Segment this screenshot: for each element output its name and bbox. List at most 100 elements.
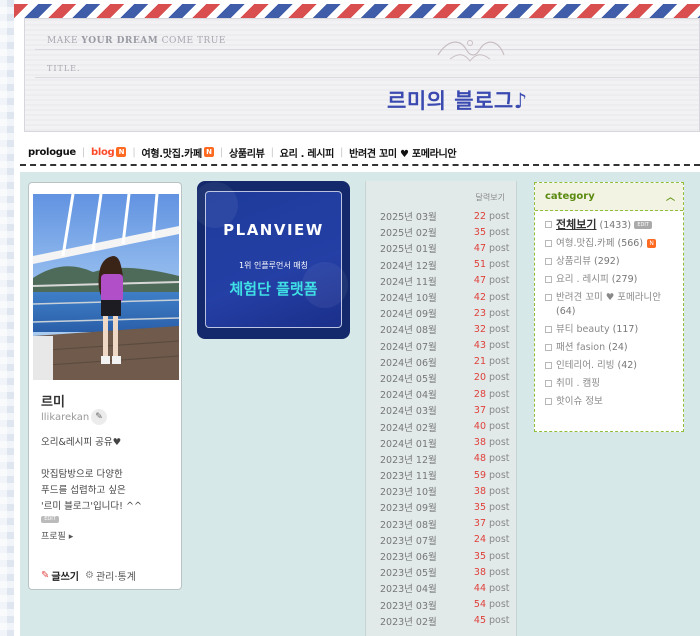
category-item[interactable]: 뷰티 beauty (117) [545, 323, 677, 337]
archive-row[interactable]: 2023년 09월 35 post [380, 499, 510, 515]
archive-unit: post [489, 307, 510, 319]
manage-label: 관리·통계 [95, 572, 136, 583]
write-post-button[interactable]: ✎ 글쓰기 [41, 568, 79, 583]
archive-row[interactable]: 2024년 12월 51 post [380, 257, 510, 273]
checkbox-icon [545, 398, 552, 405]
archive-unit: post [489, 259, 510, 271]
archive-count: 47 [473, 242, 486, 254]
archive-row[interactable]: 2023년 02월 45 post [380, 613, 510, 629]
profile-user-id: llikarekan [41, 412, 90, 423]
archive-unit: post [489, 566, 510, 578]
category-item[interactable]: 상품리뷰 (292) [545, 255, 677, 269]
checkbox-icon [545, 294, 552, 301]
archive-count: 24 [473, 534, 486, 546]
archive-row[interactable]: 2025년 01월 47 post [380, 240, 510, 256]
profile-actions: ✎ 글쓰기 ⚙ 관리·통계 [41, 568, 136, 583]
nav-item-pet[interactable]: 반려견 꼬미 ♥ 포메라니안 [349, 145, 457, 160]
ornament-icon [437, 40, 505, 62]
edit-pencil-icon[interactable]: ✎ [91, 409, 107, 425]
archive-month: 2024년 10월 [380, 293, 437, 305]
archive-row[interactable]: 2023년 12월 48 post [380, 451, 510, 467]
pen-icon: ✎ [41, 570, 50, 581]
nav-label: prologue [28, 146, 76, 158]
archive-row[interactable]: 2024년 07월 43 post [380, 338, 510, 354]
archive-count: 54 [473, 599, 486, 611]
archive-row[interactable]: 2024년 04월 28 post [380, 386, 510, 402]
category-item-all[interactable]: 전체보기 (1433) EDIT [545, 218, 677, 233]
archive-count: 37 [473, 518, 486, 530]
nav-item-recipe[interactable]: 요리 . 레시피 [279, 145, 335, 160]
calendar-view-link[interactable]: 달력보기 [476, 192, 505, 203]
nav-item-travel-food[interactable]: 여형.맛집.카페 N [142, 145, 214, 160]
new-badge: N [116, 147, 127, 157]
nav-label: 요리 . 레시피 [279, 148, 335, 160]
archive-row[interactable]: 2023년 11월 59 post [380, 467, 510, 483]
category-item[interactable]: 인테리어. 리빙 (42) [545, 359, 677, 373]
category-count: (292) [594, 256, 620, 267]
category-label: 인테리어. 리빙 [556, 360, 615, 371]
category-item[interactable]: 여형.맛집.카페 (566) N [545, 237, 677, 251]
category-label: 패션 fasion [556, 342, 606, 353]
top-nav: prologue | blog N | 여형.맛집.카페 N | 상품리뷰 | 요리… [28, 144, 457, 160]
archive-row[interactable]: 2024년 09월 23 post [380, 305, 510, 321]
category-count: (1433) [599, 220, 632, 231]
category-item[interactable]: 핫이슈 정보 [545, 395, 677, 409]
archive-month: 2023년 07월 [380, 535, 437, 547]
write-label: 글쓰기 [51, 572, 79, 583]
category-edit-tag[interactable]: EDIT [634, 221, 653, 229]
archive-row[interactable]: 2023년 07월 24 post [380, 532, 510, 548]
category-entry: 반려견 꼬미 ♥ 포메라니안 (64) [556, 291, 677, 319]
nav-divider [20, 164, 700, 166]
profile-photo[interactable] [33, 186, 179, 380]
archive-unit: post [489, 453, 510, 465]
category-item[interactable]: 취미 . 캠핑 [545, 377, 677, 391]
collapse-chevron-icon[interactable]: ︿ [666, 190, 675, 203]
archive-row[interactable]: 2025년 02월 35 post [380, 224, 510, 240]
archive-row[interactable]: 2023년 08월 37 post [380, 516, 510, 532]
category-label: 핫이슈 정보 [556, 396, 603, 407]
planview-ad-banner[interactable]: PLANVIEW 1위 인플루언서 매칭 체험단 플랫폼 [197, 181, 350, 339]
archive-count: 22 [473, 210, 486, 222]
category-list: 전체보기 (1433) EDIT 여형.맛집.카페 (566) N 상품리뷰 (292)… [535, 211, 683, 409]
archive-row[interactable]: 2024년 01월 38 post [380, 435, 510, 451]
archive-row[interactable]: 2024년 10월 42 post [380, 289, 510, 305]
category-item[interactable]: 패션 fasion (24) [545, 341, 677, 355]
nav-item-blog[interactable]: blog N [91, 147, 127, 158]
category-header: category ︿ [535, 183, 683, 211]
nav-separator: | [132, 146, 136, 158]
archive-month: 2024년 05월 [380, 373, 437, 385]
bio-edit-tag[interactable]: EDIT [41, 516, 59, 523]
archive-row[interactable]: 2025년 03월 22 post [380, 208, 510, 224]
nav-item-product-review[interactable]: 상품리뷰 [229, 145, 265, 160]
archive-month: 2025년 03월 [380, 212, 437, 224]
archive-row[interactable]: 2023년 03월 54 post [380, 597, 510, 613]
tagline-start: MAKE [47, 36, 82, 46]
tagline-end: COME TRUE [158, 36, 226, 46]
profile-link[interactable]: 프로필 ▸ [41, 529, 73, 542]
category-count: (42) [617, 360, 638, 371]
archive-month: 2023년 10월 [380, 487, 437, 499]
category-item[interactable]: 반려견 꼬미 ♥ 포메라니안 (64) [545, 291, 677, 319]
archive-row[interactable]: 2023년 04월 44 post [380, 580, 510, 596]
archive-row[interactable]: 2024년 05월 20 post [380, 370, 510, 386]
archive-row[interactable]: 2023년 05월 38 post [380, 564, 510, 580]
archive-unit: post [489, 421, 510, 433]
nav-item-prologue[interactable]: prologue [28, 147, 76, 158]
category-item[interactable]: 요리 . 레시피 (279) [545, 273, 677, 287]
archive-month: 2023년 12월 [380, 454, 437, 466]
archive-month: 2024년 08월 [380, 325, 437, 337]
archive-row[interactable]: 2024년 08월 32 post [380, 321, 510, 337]
category-entry: 핫이슈 정보 [556, 395, 603, 409]
manage-stats-button[interactable]: ⚙ 관리·통계 [85, 568, 136, 583]
category-label: 요리 . 레시피 [556, 274, 609, 285]
archive-unit: post [489, 291, 510, 303]
archive-row[interactable]: 2023년 06월 35 post [380, 548, 510, 564]
blog-title[interactable]: 르미의 블로그♪ [387, 85, 528, 115]
archive-row[interactable]: 2024년 11월 47 post [380, 273, 510, 289]
archive-row[interactable]: 2024년 02월 40 post [380, 418, 510, 434]
archive-count: 45 [473, 615, 486, 627]
archive-row[interactable]: 2023년 10월 38 post [380, 483, 510, 499]
archive-unit: post [489, 356, 510, 368]
archive-row[interactable]: 2024년 03월 37 post [380, 402, 510, 418]
archive-row[interactable]: 2024년 06월 21 post [380, 354, 510, 370]
